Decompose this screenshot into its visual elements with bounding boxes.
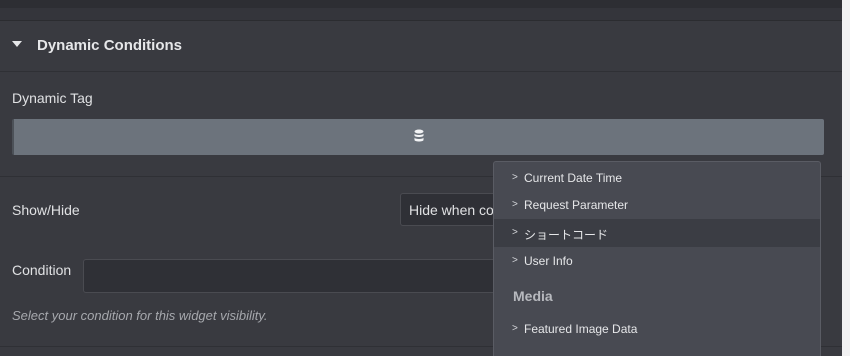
- dropdown-item-request-parameter[interactable]: > Request Parameter: [494, 191, 820, 219]
- dropdown-item-label: Current Date Time: [524, 171, 623, 185]
- top-bar-divider: [0, 8, 842, 21]
- database-icon: [414, 129, 424, 142]
- condition-label: Condition: [12, 262, 72, 278]
- panel-edge: [842, 0, 850, 356]
- dropdown-item-current-date-time[interactable]: > Current Date Time: [494, 164, 820, 192]
- dropdown-item-label: Request Parameter: [524, 198, 629, 212]
- chevron-right-icon: >: [512, 199, 518, 210]
- dynamic-tag-dropdown[interactable]: > Current Date Time > Request Parameter …: [493, 161, 821, 356]
- show-hide-label: Show/Hide: [12, 202, 80, 218]
- dropdown-item-label: Featured Image Data: [524, 322, 638, 336]
- chevron-right-icon: >: [512, 227, 518, 238]
- dropdown-item-label: ショートコード: [524, 228, 609, 242]
- section-header-dynamic-conditions[interactable]: Dynamic Conditions: [0, 21, 842, 72]
- section-title: Dynamic Conditions: [37, 37, 183, 54]
- chevron-right-icon: >: [512, 255, 518, 266]
- dropdown-group-media: Media: [513, 288, 553, 304]
- dropdown-item-featured-image-data[interactable]: > Featured Image Data: [494, 315, 820, 343]
- chevron-right-icon: >: [512, 323, 518, 334]
- dynamic-tag-button[interactable]: [12, 119, 824, 155]
- dropdown-item-label: User Info: [524, 254, 573, 268]
- dropdown-item-user-info[interactable]: > User Info: [494, 247, 820, 275]
- condition-input[interactable]: [83, 259, 503, 293]
- dynamic-tag-label: Dynamic Tag: [12, 90, 93, 106]
- condition-help-text: Select your condition for this widget vi…: [12, 308, 268, 323]
- top-bar: [0, 0, 842, 8]
- caret-down-icon: [12, 41, 22, 47]
- dropdown-item-shortcode[interactable]: > ショートコード: [494, 219, 820, 247]
- chevron-right-icon: >: [512, 172, 518, 183]
